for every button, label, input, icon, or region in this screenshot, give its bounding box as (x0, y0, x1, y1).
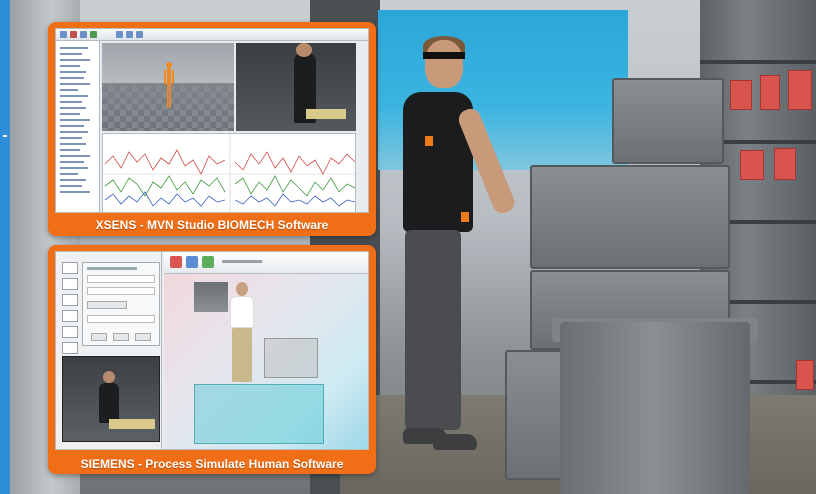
right-shoe (433, 434, 477, 450)
app-ribbon (164, 252, 368, 274)
settings-dialog (82, 262, 160, 346)
sensor-marker (425, 136, 433, 146)
app-toolbar (56, 29, 368, 41)
process-simulate-screenshot (55, 251, 369, 450)
virtual-workspace-volume (194, 384, 324, 444)
segment-tree (56, 41, 100, 212)
orange-avatar-figure (164, 62, 174, 108)
siemens-caption: SIEMENS - Process Simulate Human Softwar… (80, 457, 344, 471)
mvn-studio-screenshot (55, 28, 369, 213)
control-sidebar (56, 252, 162, 449)
gray-pants (405, 230, 461, 430)
siemens-panel: SIEMENS - Process Simulate Human Softwar… (48, 245, 376, 474)
top-crate (612, 78, 724, 164)
virtual-human-head (236, 282, 248, 296)
virtual-shelf (194, 282, 228, 312)
scene: XSENS - MVN Studio BIOMECH Software SIEM… (0, 0, 816, 494)
video-feed (236, 43, 356, 131)
human-simulation-viewport (164, 274, 368, 449)
graph-lines (103, 134, 357, 212)
middle-crate (530, 165, 730, 269)
3d-avatar-viewport (102, 43, 234, 131)
virtual-crate (264, 338, 318, 378)
xsens-panel: XSENS - MVN Studio BIOMECH Software (48, 22, 376, 236)
worker-with-mocap-suit (395, 36, 518, 460)
xsens-caption: XSENS - MVN Studio BIOMECH Software (95, 218, 329, 232)
sensor-graphs (102, 133, 357, 212)
blue-side-strip (0, 0, 10, 494)
virtual-human-pants (232, 328, 252, 382)
virtual-human-shirt (230, 296, 254, 328)
head (425, 40, 463, 88)
worker-video-feed (62, 356, 160, 442)
stacked-crate-left (505, 350, 565, 480)
gray-bin (560, 322, 750, 494)
headband-sensor (423, 52, 465, 59)
wrist-sensor-marker (461, 212, 469, 222)
